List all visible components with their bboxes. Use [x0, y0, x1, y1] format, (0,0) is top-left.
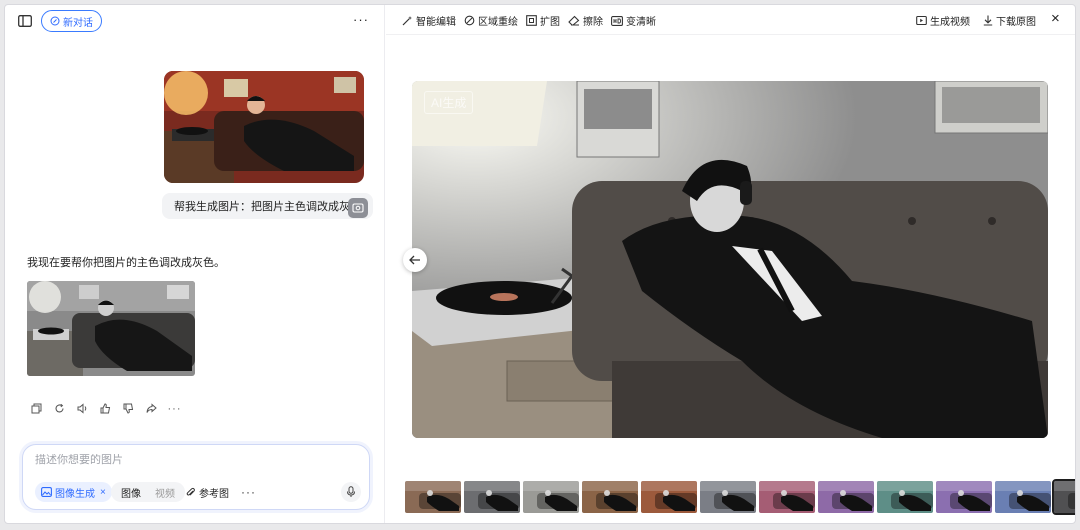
message-actions: ··· — [29, 401, 182, 416]
thumbnail-item[interactable] — [641, 481, 697, 513]
remove-mode-icon[interactable]: × — [100, 487, 106, 498]
eraser-icon — [568, 15, 580, 26]
chat-panel: 新对话 ··· 帮我生成图片：把图片主色调改成灰色 我现在要帮你把图片的主色调改… — [5, 5, 385, 523]
thumbs-down-icon[interactable] — [121, 401, 136, 416]
image-viewer-panel: 智能编辑 区域重绘 扩图 擦除 变清晰 生成视频 下载原图 × AI生成 — [386, 5, 1075, 523]
regenerate-icon[interactable] — [52, 401, 67, 416]
generate-video-label: 生成视频 — [930, 17, 970, 28]
thumbnail-item[interactable] — [700, 481, 756, 513]
new-chat-label: 新对话 — [63, 17, 93, 29]
region-redraw-button[interactable]: 区域重绘 — [464, 13, 518, 28]
thumbnail-strip — [405, 479, 1075, 515]
share-icon[interactable] — [144, 401, 159, 416]
assistant-message-text: 我现在要帮你把图片的主色调改成灰色。 — [27, 257, 225, 269]
magic-wand-icon — [402, 16, 412, 26]
composer-more-icon[interactable]: ··· — [241, 482, 256, 502]
expand-image-button[interactable]: 扩图 — [526, 13, 560, 28]
thumbnail-item[interactable] — [582, 481, 638, 513]
user-message-text: 帮我生成图片：把图片主色调改成灰色 — [174, 201, 361, 213]
user-message-bubble: 帮我生成图片：把图片主色调改成灰色 — [162, 193, 373, 219]
app-window: 新对话 ··· 帮我生成图片：把图片主色调改成灰色 我现在要帮你把图片的主色调改… — [4, 4, 1076, 524]
thumbnail-item[interactable] — [759, 481, 815, 513]
expand-icon — [526, 15, 537, 26]
image-generation-chip[interactable]: 图像生成 × — [35, 482, 112, 502]
reference-image-button[interactable]: 参考图 — [185, 482, 229, 502]
paperclip-icon — [186, 487, 195, 496]
smart-edit-label: 智能编辑 — [416, 17, 456, 28]
more-options-icon[interactable]: ··· — [351, 11, 371, 27]
microphone-icon[interactable] — [341, 482, 361, 502]
media-type-image[interactable]: 图像 — [115, 485, 147, 500]
copy-icon[interactable] — [29, 401, 44, 416]
chat-header: 新对话 ··· — [5, 5, 385, 35]
image-generation-label: 图像生成 — [55, 488, 95, 500]
sidebar-toggle-icon[interactable] — [17, 13, 33, 29]
generate-video-button[interactable]: 生成视频 — [916, 13, 970, 28]
viewer-toolbar: 智能编辑 区域重绘 扩图 擦除 变清晰 生成视频 下载原图 × — [386, 5, 1075, 35]
smart-edit-button[interactable]: 智能编辑 — [402, 13, 456, 28]
thumbnail-item[interactable] — [995, 481, 1051, 513]
download-icon — [983, 15, 993, 26]
download-original-label: 下载原图 — [996, 17, 1036, 28]
media-type-toggle: 图像 视频 — [111, 482, 185, 502]
edit-icon — [50, 16, 60, 26]
new-chat-button[interactable]: 新对话 — [41, 10, 102, 32]
thumbnail-item[interactable] — [405, 481, 461, 513]
arrow-left-icon — [409, 255, 420, 265]
download-original-button[interactable]: 下载原图 — [983, 13, 1036, 28]
brush-icon — [464, 15, 475, 26]
region-redraw-label: 区域重绘 — [478, 17, 518, 28]
thumbnail-item[interactable] — [464, 481, 520, 513]
image-attachment-icon[interactable] — [348, 198, 368, 218]
ai-generated-watermark: AI生成 — [424, 91, 474, 114]
thumbnail-item[interactable] — [877, 481, 933, 513]
expand-image-label: 扩图 — [540, 17, 560, 28]
thumbnail-item[interactable] — [523, 481, 579, 513]
close-viewer-icon[interactable]: × — [1051, 10, 1060, 27]
prompt-input[interactable] — [35, 454, 315, 466]
media-type-video[interactable]: 视频 — [149, 485, 181, 500]
thumbs-up-icon[interactable] — [98, 401, 113, 416]
sharpen-label: 变清晰 — [626, 17, 656, 28]
hd-icon — [611, 15, 623, 26]
prompt-composer: 图像生成 × 图像 视频 参考图 ··· — [22, 444, 370, 510]
speaker-icon[interactable] — [75, 401, 90, 416]
erase-button[interactable]: 擦除 — [568, 13, 603, 28]
reference-image-label: 参考图 — [199, 488, 229, 500]
image-icon — [41, 487, 52, 497]
more-actions-icon[interactable]: ··· — [167, 401, 182, 416]
user-uploaded-image[interactable] — [164, 71, 364, 183]
generated-image-preview[interactable] — [27, 281, 195, 376]
thumbnail-item[interactable] — [818, 481, 874, 513]
main-image[interactable]: AI生成 — [412, 81, 1048, 438]
previous-image-button[interactable] — [403, 248, 427, 272]
video-icon — [916, 15, 927, 26]
sharpen-button[interactable]: 变清晰 — [611, 13, 656, 28]
erase-label: 擦除 — [583, 17, 603, 28]
thumbnail-item[interactable] — [1052, 479, 1075, 515]
thumbnail-item[interactable] — [936, 481, 992, 513]
